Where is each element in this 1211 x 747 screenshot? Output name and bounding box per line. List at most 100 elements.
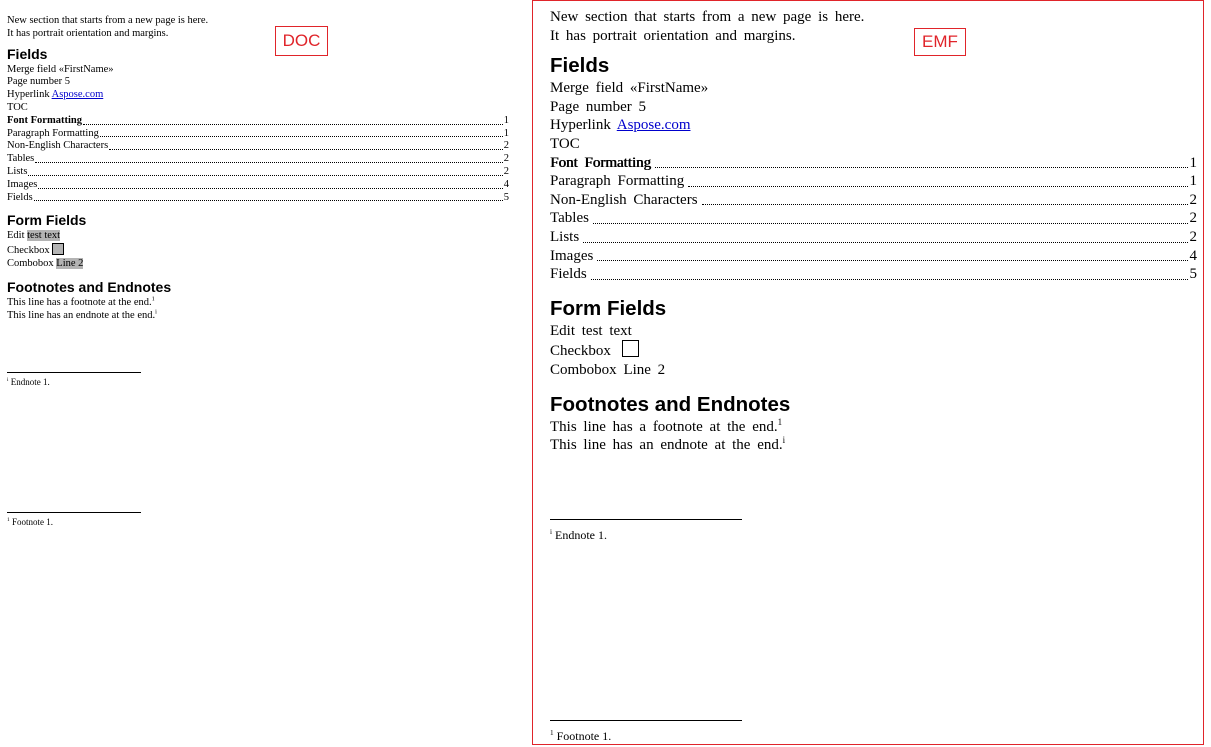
footnote-body: Footnote 1. xyxy=(556,729,612,743)
doc-render-pane: New section that starts from a new page … xyxy=(0,0,520,747)
emf-hyperlink-line: Hyperlink Aspose.com xyxy=(550,116,1197,135)
footnote-mark[interactable]: 1 xyxy=(778,417,783,427)
emf-checkbox-line: Checkbox xyxy=(550,340,1197,361)
page-number-label: Page number xyxy=(7,76,65,88)
toc-entry[interactable]: Lists 2 xyxy=(7,166,509,179)
edit-label: Edit xyxy=(550,322,582,339)
toc-entry[interactable]: Non-English Characters 2 xyxy=(550,191,1197,210)
toc-entry[interactable]: Fields 5 xyxy=(550,265,1197,284)
page-number-value: 5 xyxy=(64,76,70,88)
combobox-label: Combobox xyxy=(7,257,57,269)
toc-entry-title: Font Formatting xyxy=(550,154,651,171)
emf-endnote-line: This line has an endnote at the end.i xyxy=(550,436,1197,455)
toc-entry[interactable]: Tables 2 xyxy=(7,153,509,166)
toc-entry-title: Images xyxy=(7,178,38,190)
doc-notes-heading: Footnotes and Endnotes xyxy=(7,278,172,295)
doc-fields-heading: Fields xyxy=(7,45,48,62)
doc-toc-label: TOC xyxy=(7,101,28,113)
checkbox-field[interactable] xyxy=(621,340,639,358)
merge-field-label: Merge field xyxy=(550,80,630,97)
endnote-mark[interactable]: i xyxy=(783,435,786,445)
toc-leader xyxy=(592,222,1188,224)
toc-entry[interactable]: Images 4 xyxy=(7,179,509,192)
emf-footnote-line: This line has a footnote at the end.1 xyxy=(550,417,1197,437)
toc-entry-title: Paragraph Formatting xyxy=(550,173,685,190)
doc-edit-line: Edit test text xyxy=(7,230,509,243)
emf-toc-label: TOC xyxy=(550,135,580,152)
endnote-mark[interactable]: i xyxy=(155,308,157,315)
combobox-field[interactable]: Line 2 xyxy=(623,362,665,378)
emf-merge-field-line: Merge field «FirstName» xyxy=(550,79,1197,98)
toc-entry-page: 1 xyxy=(1189,173,1198,190)
toc-entry-page: 2 xyxy=(503,165,509,177)
footnote-sentence: This line has a footnote at the end. xyxy=(7,296,152,308)
checkbox-field[interactable] xyxy=(52,243,65,256)
toc-entry-title: Images xyxy=(550,247,594,264)
combobox-field[interactable]: Line 2 xyxy=(56,257,84,269)
doc-hyperlink-line: Hyperlink Aspose.com xyxy=(7,89,509,102)
checkbox-label: Checkbox xyxy=(550,343,618,360)
toc-leader xyxy=(583,241,1188,243)
footnote-ref: 1 xyxy=(550,729,554,737)
toc-entry-title: Tables xyxy=(550,210,589,227)
footnote-mark[interactable]: 1 xyxy=(152,295,155,302)
emf-intro-line-2: It has portrait orientation and margins. xyxy=(550,27,796,44)
emf-combobox-line: Combobox Line 2 xyxy=(550,361,1197,380)
endnote-sentence: This line has an endnote at the end. xyxy=(550,437,783,454)
emf-label: EMF xyxy=(914,28,966,56)
toc-leader xyxy=(688,185,1188,187)
toc-entry-page: 1 xyxy=(1189,154,1198,171)
emf-form-fields-heading: Form Fields xyxy=(550,296,667,320)
doc-toc-list: Font Formatting 1 Paragraph Formatting 1 N… xyxy=(7,115,509,205)
doc-endnote-text: i Endnote 1. xyxy=(7,377,50,388)
toc-leader xyxy=(28,174,503,176)
emf-footnote-text: 1 Footnote 1. xyxy=(550,729,611,743)
merge-field-value: «FirstName» xyxy=(58,63,114,75)
endnote-sentence: This line has an endnote at the end. xyxy=(7,309,156,321)
toc-entry[interactable]: Font Formatting 1 xyxy=(550,154,1197,173)
toc-entry-title: Lists xyxy=(7,165,28,177)
toc-entry[interactable]: Fields 5 xyxy=(7,192,509,205)
toc-entry-page: 2 xyxy=(503,140,509,152)
endnote-body: Endnote 1. xyxy=(10,377,50,387)
toc-entry[interactable]: Non-English Characters 2 xyxy=(7,140,509,153)
toc-entry[interactable]: Font Formatting 1 xyxy=(7,115,509,128)
emf-intro-line-1: New section that starts from a new page … xyxy=(550,9,865,25)
toc-leader xyxy=(99,136,503,138)
checkbox-label: Checkbox xyxy=(7,245,53,257)
toc-entry-title: Non-English Characters xyxy=(550,191,698,208)
aspose-link[interactable]: Aspose.com xyxy=(617,117,691,133)
toc-leader xyxy=(38,187,503,189)
endnote-ref: i xyxy=(7,377,9,383)
aspose-link[interactable]: Aspose.com xyxy=(52,89,104,100)
merge-field-value: «FirstName» xyxy=(629,80,709,97)
toc-entry-page: 4 xyxy=(503,178,509,190)
footnote-body: Footnote 1. xyxy=(11,517,53,527)
emf-notes-heading: Footnotes and Endnotes xyxy=(550,392,791,416)
footnote-ref: 1 xyxy=(7,517,10,523)
footnote-sentence: This line has a footnote at the end. xyxy=(550,418,778,435)
toc-entry[interactable]: Paragraph Formatting 1 xyxy=(7,128,509,141)
toc-entry-page: 5 xyxy=(1189,266,1198,283)
toc-entry[interactable]: Paragraph Formatting 1 xyxy=(550,172,1197,191)
doc-form-fields-heading: Form Fields xyxy=(7,212,87,229)
edit-field[interactable]: test text xyxy=(582,323,632,339)
doc-footnote-text: 1 Footnote 1. xyxy=(7,517,53,528)
doc-endnote-line: This line has an endnote at the end.i xyxy=(7,308,509,323)
toc-entry[interactable]: Tables 2 xyxy=(550,209,1197,228)
toc-entry-title: Fields xyxy=(550,266,587,283)
emf-toc-list: Font Formatting 1 Paragraph Formatting 1 N… xyxy=(550,154,1197,284)
edit-label: Edit xyxy=(7,230,28,242)
toc-entry-page: 5 xyxy=(503,191,509,203)
doc-page-content: New section that starts from a new page … xyxy=(7,15,509,322)
emf-page-number-line: Page number 5 xyxy=(550,98,1197,117)
emf-edit-line: Edit test text xyxy=(550,322,1197,341)
toc-entry-title: Tables xyxy=(7,153,35,165)
doc-label: DOC xyxy=(275,26,328,56)
toc-entry[interactable]: Lists 2 xyxy=(550,228,1197,247)
toc-entry-page: 1 xyxy=(503,127,509,139)
toc-entry-page: 2 xyxy=(1189,191,1198,208)
toc-entry[interactable]: Images 4 xyxy=(550,247,1197,266)
toc-leader xyxy=(82,123,503,125)
edit-field[interactable]: test text xyxy=(27,230,61,242)
